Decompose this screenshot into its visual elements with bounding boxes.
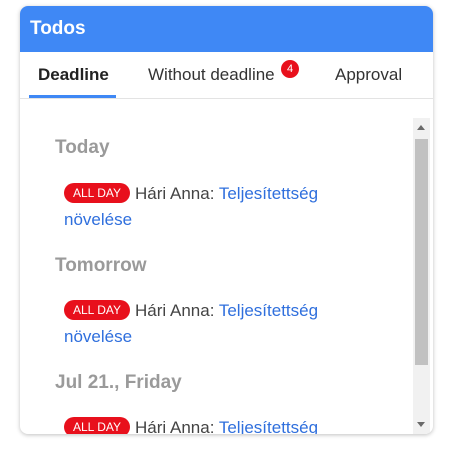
day-heading-today: Today bbox=[55, 137, 110, 158]
day-heading-jul-21: Jul 21., Friday bbox=[55, 372, 182, 393]
list-item: ALL DAY Hári Anna: Teljesítettség növelés… bbox=[64, 181, 364, 233]
todo-person: Hári Anna: bbox=[135, 418, 215, 434]
without-deadline-count-badge: 4 bbox=[281, 60, 299, 78]
list-item: ALL DAY Hári Anna: Teljesítettség növelés… bbox=[64, 298, 364, 350]
all-day-badge: ALL DAY bbox=[64, 417, 131, 434]
active-tab-indicator bbox=[29, 95, 116, 98]
all-day-badge: ALL DAY bbox=[64, 183, 131, 203]
todo-person: Hári Anna: bbox=[135, 184, 215, 203]
widget-title: Todos bbox=[20, 6, 433, 52]
tab-deadline[interactable]: Deadline bbox=[38, 52, 109, 98]
list-item: ALL DAY Hári Anna: Teljesítettség bbox=[64, 415, 364, 434]
tab-bar: Deadline Without deadline Approval bbox=[20, 52, 433, 99]
day-heading-tomorrow: Tomorrow bbox=[55, 255, 147, 276]
scroll-thumb[interactable] bbox=[415, 139, 428, 365]
all-day-badge: ALL DAY bbox=[64, 300, 131, 320]
todo-person: Hári Anna: bbox=[135, 301, 215, 320]
scroll-up-arrow-icon[interactable] bbox=[417, 125, 425, 130]
todo-list: Today ALL DAY Hári Anna: Teljesítettség n… bbox=[20, 99, 433, 434]
list-scrollbar[interactable] bbox=[413, 118, 430, 434]
tab-approval[interactable]: Approval bbox=[335, 52, 402, 98]
scroll-down-arrow-icon[interactable] bbox=[417, 422, 425, 427]
todo-link[interactable]: Teljesítettség bbox=[219, 418, 318, 434]
tab-without-deadline[interactable]: Without deadline bbox=[148, 52, 275, 98]
todos-widget: Todos Deadline Without deadline Approval… bbox=[20, 6, 433, 434]
